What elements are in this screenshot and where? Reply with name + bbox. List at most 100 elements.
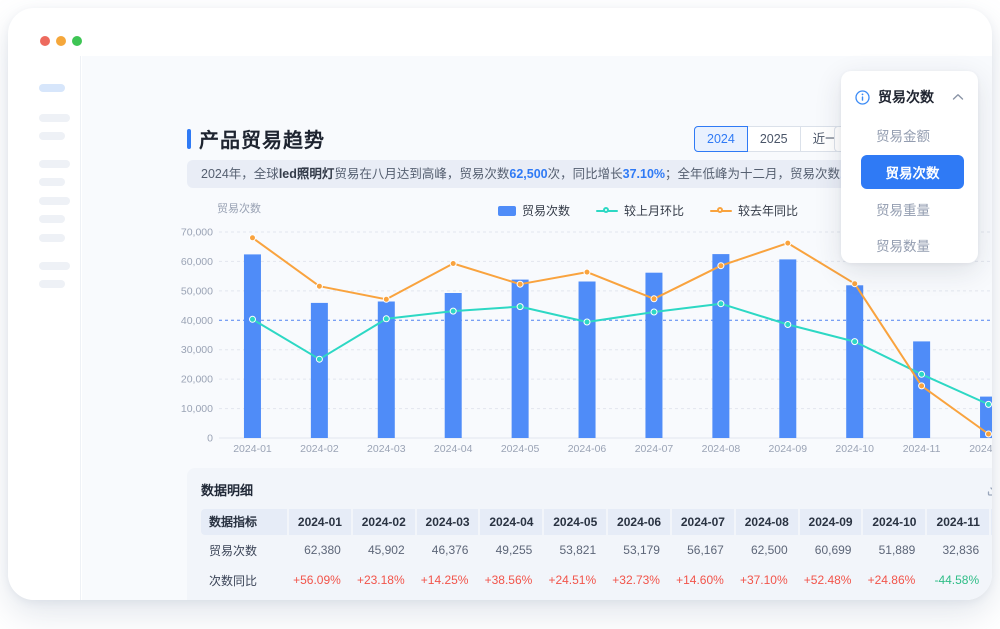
window-controls xyxy=(40,36,82,46)
svg-text:2024-10: 2024-10 xyxy=(835,443,874,455)
table-cell: 32,836 xyxy=(925,543,989,557)
table-cell: +24.51% xyxy=(542,573,606,587)
metric-option-贸易金额[interactable]: 贸易金额 xyxy=(841,117,978,153)
table-cell: 62,380 xyxy=(287,543,351,557)
table-cell: 46,376 xyxy=(415,543,479,557)
sidebar xyxy=(8,56,81,600)
table-header-cell: 2024-12 xyxy=(991,509,992,535)
metric-options-list: 贸易金额贸易次数贸易重量贸易数量 xyxy=(841,117,978,263)
table-header-cell: 数据指标 xyxy=(201,509,287,535)
table-cell: 49,255 xyxy=(478,543,542,557)
svg-text:30,000: 30,000 xyxy=(181,344,213,356)
table-header-cell: 2024-05 xyxy=(544,509,606,535)
svg-text:2024-01: 2024-01 xyxy=(233,443,272,455)
banner-highlight: 62,500 xyxy=(509,167,547,181)
bar-swatch-icon xyxy=(498,206,516,216)
metric-dropdown-panel: 贸易次数 贸易金额贸易次数贸易重量贸易数量 xyxy=(841,71,978,263)
table-header-cell: 2024-04 xyxy=(480,509,542,535)
svg-text:2024-12: 2024-12 xyxy=(969,443,992,455)
svg-text:0: 0 xyxy=(207,433,213,445)
table-row: 次数同比+56.09%+23.18%+14.25%+38.56%+24.51%+… xyxy=(201,565,992,595)
table-cell: 53,821 xyxy=(542,543,606,557)
mom-line-series xyxy=(250,301,992,408)
download-data-button[interactable]: 下载数据 xyxy=(987,481,992,498)
table-header-cell: 2024-08 xyxy=(736,509,798,535)
sidebar-item-skeleton xyxy=(39,132,65,140)
mom-line-icon xyxy=(596,207,618,215)
svg-text:2024-08: 2024-08 xyxy=(702,443,741,455)
table-header-cell: 2024-11 xyxy=(927,509,989,535)
zoom-window-button[interactable] xyxy=(72,36,82,46)
svg-text:2024-09: 2024-09 xyxy=(769,443,808,455)
svg-text:2024-04: 2024-04 xyxy=(434,443,473,455)
close-window-button[interactable] xyxy=(40,36,50,46)
table-cell: 56,167 xyxy=(670,543,734,557)
legend-mom-series[interactable]: 较上月环比 xyxy=(596,202,684,219)
svg-text:2024-03: 2024-03 xyxy=(367,443,406,455)
sidebar-item-skeleton xyxy=(39,114,70,122)
table-cell: +52.48% xyxy=(798,573,862,587)
metric-option-贸易重量[interactable]: 贸易重量 xyxy=(841,191,978,227)
svg-text:2024-11: 2024-11 xyxy=(903,443,941,455)
table-header-cell: 2024-06 xyxy=(608,509,670,535)
filter-button-2024[interactable]: 2024 xyxy=(694,126,748,152)
banner-text: 贸易在八月达到高峰，贸易次数 xyxy=(334,167,509,181)
table-cell: +14.60% xyxy=(670,573,734,587)
svg-text:2024-02: 2024-02 xyxy=(300,443,339,455)
banner-text: ；全年低峰为十二月，贸易次数 xyxy=(665,167,840,181)
table-cell: 45,902 xyxy=(351,543,415,557)
svg-text:60,000: 60,000 xyxy=(181,256,213,268)
bar-series xyxy=(244,254,992,438)
table-cell: +23.18% xyxy=(351,573,415,587)
metric-dropdown-header[interactable]: 贸易次数 xyxy=(841,71,978,117)
table-section-title: 数据明细 xyxy=(201,480,253,499)
row-label: 次数同比 xyxy=(201,572,287,589)
banner-text: 次，同比增长 xyxy=(548,167,623,181)
table-header-cell: 2024-01 xyxy=(289,509,351,535)
sidebar-item-skeleton xyxy=(39,262,70,270)
table-header-row: 数据指标2024-012024-022024-032024-042024-052… xyxy=(201,509,992,535)
page-title: 产品贸易趋势 xyxy=(199,124,325,153)
svg-text:20,000: 20,000 xyxy=(181,374,213,386)
svg-text:2024-06: 2024-06 xyxy=(568,443,607,455)
table-cell: 14,073 xyxy=(989,543,992,557)
svg-text:70,000: 70,000 xyxy=(181,227,213,239)
info-icon xyxy=(855,90,870,105)
download-icon xyxy=(987,483,992,496)
table-cell: +24.86% xyxy=(861,573,925,587)
table-header-cell: 2024-03 xyxy=(417,509,479,535)
filter-button-2025[interactable]: 2025 xyxy=(747,126,801,152)
sidebar-item-skeleton[interactable] xyxy=(39,84,65,92)
table-row: 次数环比+0.67%-26.42%+1.03%+6.21%+9.27%-1.19… xyxy=(201,595,992,600)
chevron-up-icon[interactable] xyxy=(952,93,964,101)
table-header-cell: 2024-07 xyxy=(672,509,734,535)
table-cell: -77.29% xyxy=(989,573,992,587)
minimize-window-button[interactable] xyxy=(56,36,66,46)
table-cell: 53,179 xyxy=(606,543,670,557)
app-window: 产品贸易趋势 20242025近一年 2024-01 → 2024-12 202… xyxy=(8,8,992,600)
selected-metric-label: 贸易次数 xyxy=(878,87,944,107)
metric-option-贸易次数[interactable]: 贸易次数 xyxy=(861,155,964,189)
metric-option-贸易数量[interactable]: 贸易数量 xyxy=(841,227,978,263)
summary-banner: 2024年，全球led照明灯贸易在八月达到高峰，贸易次数62,500次，同比增长… xyxy=(187,160,913,188)
sidebar-item-skeleton xyxy=(39,234,65,242)
legend-yoy-series[interactable]: 较去年同比 xyxy=(710,202,798,219)
sidebar-item-skeleton xyxy=(39,178,65,186)
table-cell: +37.10% xyxy=(734,573,798,587)
legend-bar-series[interactable]: 贸易次数 xyxy=(498,202,570,219)
table-cell: +56.09% xyxy=(287,573,351,587)
banner-text: 2024年，全球 xyxy=(201,167,279,181)
table-header-cell: 2024-02 xyxy=(353,509,415,535)
data-detail-card: 数据明细 下载数据 数据指标2024-012024-022024-032024-… xyxy=(187,468,992,600)
svg-text:10,000: 10,000 xyxy=(181,403,213,415)
table-row: 贸易次数62,38045,90246,37649,25553,82153,179… xyxy=(201,535,992,565)
svg-text:2024-07: 2024-07 xyxy=(635,443,674,455)
svg-text:40,000: 40,000 xyxy=(181,315,213,327)
yoy-line-icon xyxy=(710,207,732,215)
row-label: 贸易次数 xyxy=(201,542,287,559)
title-accent-bar xyxy=(187,129,191,149)
table-cell: -44.58% xyxy=(925,573,989,587)
table-cell: +32.73% xyxy=(606,573,670,587)
table-cell: +14.25% xyxy=(415,573,479,587)
table-header-cell: 2024-10 xyxy=(863,509,925,535)
